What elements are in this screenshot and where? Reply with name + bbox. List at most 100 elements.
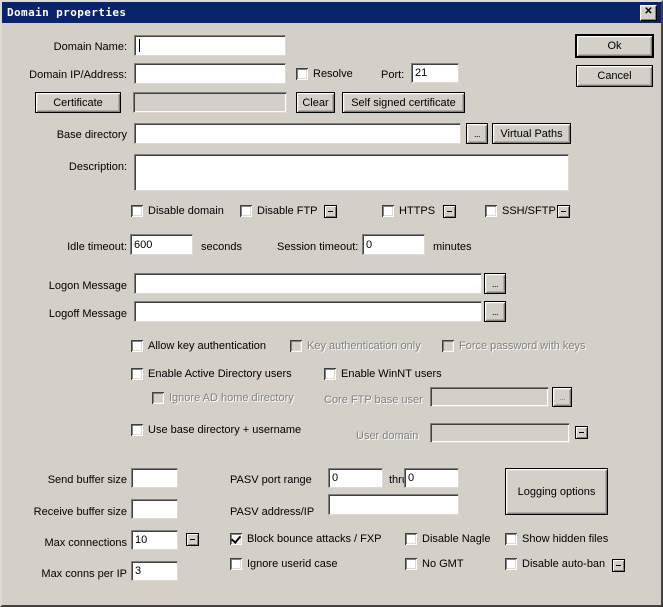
max-connections-dropdown-icon[interactable] [186,533,199,546]
checkbox-box [324,368,336,380]
user-domain-input [430,423,570,443]
disable-ftp-checkbox[interactable]: Disable FTP [240,204,318,218]
force-password-with-keys-label: Force password with keys [459,340,586,352]
ignore-userid-case-label: Ignore userid case [247,558,338,570]
ssh-sftp-label: SSH/SFTP [502,205,556,217]
checkbox-box [230,533,242,545]
checkbox-box [240,205,252,217]
session-timeout-input[interactable] [362,234,425,255]
description-textarea[interactable] [134,154,569,191]
no-gmt-checkbox[interactable]: No GMT [405,557,464,571]
disable-auto-ban-checkbox[interactable]: Disable auto-ban [505,557,605,571]
send-buffer-size-input[interactable] [131,468,178,488]
ignore-userid-case-checkbox[interactable]: Ignore userid case [230,557,338,571]
checkbox-box [131,340,143,352]
checkbox-box [405,533,417,545]
ssh-sftp-dropdown-icon[interactable] [557,205,570,218]
https-checkbox[interactable]: HTTPS [382,204,435,218]
pasv-port-start-input[interactable] [328,468,383,488]
block-bounce-attacks-checkbox[interactable]: Block bounce attacks / FXP [230,532,382,546]
cancel-button[interactable]: Cancel [576,65,653,87]
core-ftp-base-user-input [430,387,549,407]
port-input[interactable] [411,63,459,83]
max-conns-per-ip-label: Max conns per IP [41,568,127,580]
checkbox-box [131,368,143,380]
disable-ftp-label: Disable FTP [257,205,318,217]
disable-domain-checkbox[interactable]: Disable domain [131,204,224,218]
self-signed-certificate-button[interactable]: Self signed certificate [342,92,465,113]
domain-ip-label: Domain IP/Address: [29,69,127,81]
disable-ftp-dropdown-icon[interactable] [324,205,337,218]
disable-nagle-checkbox[interactable]: Disable Nagle [405,532,490,546]
logon-message-browse-button[interactable]: ... [484,273,506,294]
idle-timeout-input[interactable] [130,234,193,255]
show-hidden-files-label: Show hidden files [522,533,609,545]
checkbox-box [290,340,302,352]
ssh-sftp-checkbox[interactable]: SSH/SFTP [485,204,556,218]
checkbox-box [131,205,143,217]
resolve-checkbox[interactable]: Resolve [296,67,353,81]
checkbox-box [382,205,394,217]
allow-key-authentication-label: Allow key authentication [148,340,267,352]
checkbox-box [442,340,454,352]
window-title: Domain properties [7,6,127,19]
port-label: Port: [381,69,405,81]
pasv-port-end-input[interactable] [404,468,459,488]
block-bounce-attacks-label: Block bounce attacks / FXP [247,533,382,545]
virtual-paths-button[interactable]: Virtual Paths [492,123,571,144]
resolve-label: Resolve [313,68,353,80]
receive-buffer-size-input[interactable] [131,499,178,519]
base-directory-browse-button[interactable]: ... [466,123,488,144]
logon-message-label: Logon Message [48,280,127,292]
max-connections-input[interactable] [131,530,178,550]
https-label: HTTPS [399,205,436,217]
clear-certificate-button[interactable]: Clear [296,92,335,113]
user-domain-label: User domain [356,430,419,442]
checkbox-box [152,392,164,404]
user-domain-dropdown-icon [575,426,588,439]
checkbox-box [485,205,497,217]
checkbox-box [405,558,417,570]
minutes-label: minutes [433,241,472,253]
https-dropdown-icon[interactable] [443,205,456,218]
receive-buffer-size-label: Receive buffer size [33,506,127,518]
logoff-message-browse-button[interactable]: ... [484,301,506,322]
logoff-message-input[interactable] [134,301,482,322]
max-conns-per-ip-input[interactable] [131,561,178,581]
ignore-ad-home-directory-checkbox: Ignore AD home directory [152,391,294,405]
key-authentication-only-checkbox: Key authentication only [290,339,421,353]
text-caret [139,39,140,52]
allow-key-authentication-checkbox[interactable]: Allow key authentication [131,339,266,353]
pasv-address-ip-input[interactable] [328,494,459,515]
force-password-with-keys-checkbox: Force password with keys [442,339,586,353]
pasv-address-ip-label: PASV address/IP [230,506,315,518]
use-base-directory-username-label: Use base directory + username [148,424,302,436]
domain-ip-input[interactable] [134,63,286,84]
key-authentication-only-label: Key authentication only [307,340,421,352]
base-directory-input[interactable] [134,123,461,144]
logoff-message-label: Logoff Message [48,308,127,320]
no-gmt-label: No GMT [422,558,464,570]
disable-auto-ban-dropdown-icon[interactable] [612,559,625,572]
use-base-directory-username-checkbox[interactable]: Use base directory + username [131,423,301,437]
certificate-path-input[interactable] [133,92,287,113]
enable-active-directory-users-checkbox[interactable]: Enable Active Directory users [131,367,292,381]
show-hidden-files-checkbox[interactable]: Show hidden files [505,532,608,546]
session-timeout-label: Session timeout: [277,241,359,253]
logon-message-input[interactable] [134,273,482,294]
enable-winnt-users-label: Enable WinNT users [341,368,442,380]
logging-options-button[interactable]: Logging options [505,468,608,515]
ok-button[interactable]: Ok [576,35,653,57]
send-buffer-size-label: Send buffer size [47,474,127,486]
enable-winnt-users-checkbox[interactable]: Enable WinNT users [324,367,442,381]
enable-active-directory-users-label: Enable Active Directory users [148,368,292,380]
certificate-button[interactable]: Certificate [35,92,121,113]
checkbox-box [131,424,143,436]
base-directory-label: Base directory [56,129,127,141]
close-icon[interactable]: ✕ [640,4,657,21]
disable-auto-ban-label: Disable auto-ban [522,558,606,570]
title-bar[interactable]: Domain properties ✕ [2,2,661,23]
seconds-label: seconds [201,241,242,253]
core-ftp-base-user-browse-button: ... [552,387,572,407]
domain-name-input[interactable] [134,35,286,56]
